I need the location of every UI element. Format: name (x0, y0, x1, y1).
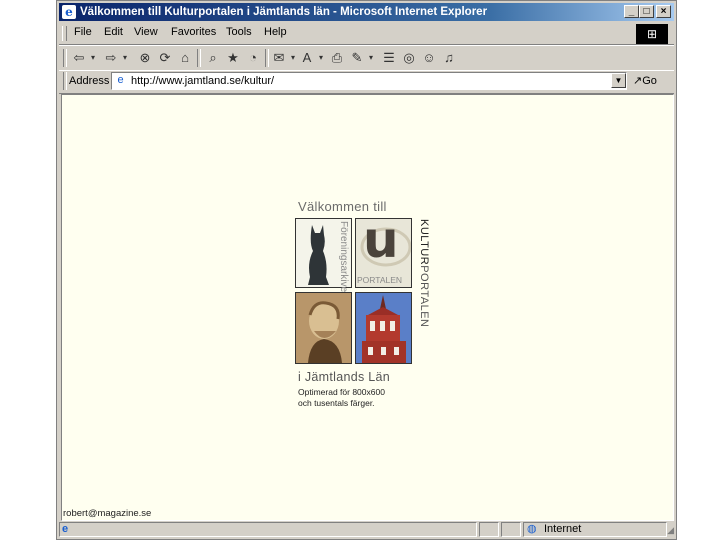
messenger-icon[interactable]: ☺ (421, 50, 437, 66)
history-icon[interactable]: ◔ (245, 50, 261, 66)
menu-help[interactable]: Help (264, 26, 287, 38)
portrait-image (296, 293, 351, 363)
tile-portrait[interactable] (295, 292, 352, 364)
stop-icon[interactable]: ⊗ (137, 50, 153, 66)
search-icon[interactable]: ⌕ (205, 50, 221, 66)
mail-icon[interactable]: ✉ (271, 50, 287, 66)
resize-grip-icon[interactable]: ◢ (667, 525, 674, 536)
refresh-icon[interactable]: ⟳ (157, 50, 173, 66)
menu-edit[interactable]: Edit (104, 26, 123, 38)
logo-portalen-text: PORTALEN (357, 275, 403, 285)
kultur-word: KULTUR (418, 219, 430, 266)
status-cell (501, 522, 521, 537)
go-button[interactable]: ↗Go (633, 74, 657, 87)
address-grip[interactable] (63, 72, 67, 90)
globe-icon: ◍ (527, 523, 537, 535)
portalen-word: PORTALEN (418, 265, 430, 328)
internet-explorer-icon: e (62, 5, 76, 19)
page-icon: e (117, 74, 124, 86)
page-status-icon: e (62, 523, 69, 535)
standard-toolbar: ⇦ ▾ ⇨ ▾ ⊗ ⟳ ⌂ ⌕ ★ ◔ ✉ ▾ A ▾ ⎙ ✎ ▾ ☰ ◎ ☺ … (59, 45, 674, 71)
address-url[interactable]: http://www.jamtland.se/kultur/ (131, 75, 274, 87)
go-arrow-icon: ↗ (633, 75, 643, 87)
toolbar-separator (265, 49, 269, 67)
size-icon[interactable]: A (299, 50, 315, 66)
go-label: Go (642, 75, 657, 87)
radio-icon[interactable]: ♫ (441, 50, 457, 66)
menu-favorites[interactable]: Favorites (171, 26, 216, 38)
zone-label: Internet (544, 523, 582, 535)
logo-letter-u: u (363, 211, 399, 269)
optimization-line-2: och tusentals färger. (298, 398, 375, 408)
address-dropdown-button[interactable]: ▼ (611, 73, 626, 88)
address-input[interactable]: e http://www.jamtland.se/kultur/ (111, 72, 627, 90)
edit-dropdown-icon[interactable]: ▾ (367, 50, 375, 66)
kulturportalen-vertical-title: KULTURPORTALEN (418, 219, 430, 327)
tile-kulturportalen-logo[interactable]: u PORTALEN (355, 211, 412, 288)
research-icon[interactable]: ◎ (401, 50, 417, 66)
favorites-icon[interactable]: ★ (225, 50, 241, 66)
tile-foreningsarkivet[interactable]: Föreningsarkivet (295, 218, 352, 295)
county-heading: i Jämtlands Län (298, 370, 391, 384)
status-zone: ◍ Internet (523, 522, 667, 537)
browser-window: e Välkommen till Kulturportalen i Jämtla… (56, 0, 677, 540)
status-main: e (59, 522, 477, 537)
status-bar: e ◍ Internet ◢ (59, 521, 674, 538)
back-dropdown-icon[interactable]: ▾ (89, 50, 97, 66)
status-cell (479, 522, 499, 537)
discuss-icon[interactable]: ☰ (381, 50, 397, 66)
optimization-note: Optimerad för 800x600 och tusentals färg… (298, 387, 385, 409)
window-title: Välkommen till Kulturportalen i Jämtland… (80, 6, 488, 18)
address-label: Address (69, 75, 110, 87)
maximize-button[interactable]: □ (639, 5, 654, 18)
home-icon[interactable]: ⌂ (177, 50, 193, 66)
page-content: Välkommen till Föreningsarkivet u PORTAL… (61, 94, 674, 521)
menu-tools[interactable]: Tools (226, 26, 252, 38)
print-icon[interactable]: ⎙ (329, 50, 345, 66)
close-button[interactable]: × (656, 5, 671, 18)
minimize-button[interactable]: _ (624, 5, 639, 18)
windows-logo-icon: ⊞ (636, 24, 668, 44)
back-icon[interactable]: ⇦ (71, 50, 87, 66)
toolbar-separator (197, 49, 201, 67)
menu-view[interactable]: View (134, 26, 158, 38)
mail-dropdown-icon[interactable]: ▾ (289, 50, 297, 66)
tile-tower[interactable] (355, 292, 412, 364)
title-bar[interactable]: e Välkommen till Kulturportalen i Jämtla… (59, 3, 674, 21)
contact-email-link[interactable]: robert@magazine.se (63, 508, 151, 519)
tile1-vertical-label: Föreningsarkivet (338, 221, 349, 295)
menu-file[interactable]: File (74, 26, 92, 38)
size-dropdown-icon[interactable]: ▾ (317, 50, 325, 66)
forward-dropdown-icon[interactable]: ▾ (121, 50, 129, 66)
menu-bar: File Edit View Favorites Tools Help ⊞ (59, 23, 674, 45)
menu-grip[interactable] (62, 26, 67, 41)
address-bar: Address e http://www.jamtland.se/kultur/… (59, 70, 674, 94)
tower-image (356, 293, 411, 363)
toolbar-grip[interactable] (63, 49, 67, 67)
optimization-line-1: Optimerad för 800x600 (298, 387, 385, 397)
edit-icon[interactable]: ✎ (349, 50, 365, 66)
forward-icon[interactable]: ⇨ (103, 50, 119, 66)
